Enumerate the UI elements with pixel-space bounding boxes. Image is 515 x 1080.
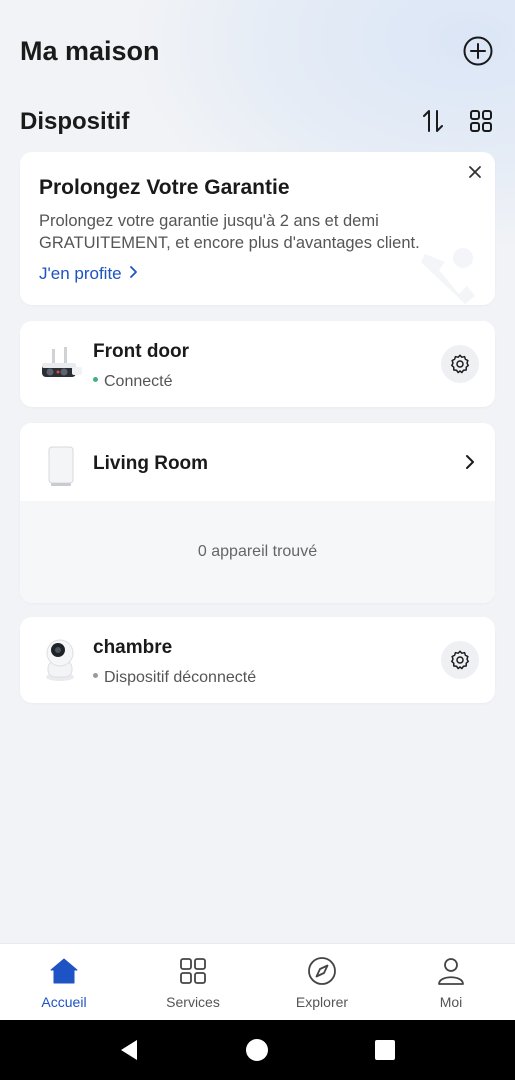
empty-room-message: 0 appareil trouvé [197, 543, 318, 560]
tab-label: Accueil [41, 994, 87, 1010]
promo-title: Prolongez Votre Garantie [39, 176, 290, 199]
apps-icon [180, 958, 206, 984]
home-circle-icon[interactable] [243, 1036, 271, 1064]
tab-label: Services [166, 994, 220, 1010]
bottom-tab-bar: Accueil Services Explorer Moi [0, 943, 515, 1021]
recents-square-icon[interactable] [371, 1036, 399, 1064]
back-triangle-icon[interactable] [115, 1036, 143, 1064]
chevron-right-icon [466, 455, 474, 469]
promo-link[interactable]: J'en profite [39, 264, 138, 284]
layout-toggle-button[interactable] [469, 108, 493, 134]
warranty-promo-card: Prolongez Votre Garantie Prolongez votre… [20, 152, 495, 305]
tab-label: Explorer [295, 994, 349, 1010]
gear-icon [451, 354, 469, 374]
compass-icon [308, 957, 336, 985]
gear-icon [451, 650, 469, 670]
device-status-text: Connecté [104, 373, 173, 390]
device-section-header: Dispositif [20, 104, 495, 138]
promo-description: Prolongez votre garantie jusqu'à 2 ans e… [39, 212, 420, 252]
device-status-text: Dispositif déconnecté [104, 669, 257, 686]
promo-link-label: J'en profite [39, 264, 122, 283]
device-name: chambre [93, 637, 173, 658]
sort-button[interactable] [421, 108, 445, 134]
room-header[interactable]: Living Room [20, 423, 495, 501]
section-title: Dispositif [20, 108, 130, 135]
top-bar: Ma maison [20, 30, 495, 74]
device-status: Connecté [93, 373, 173, 391]
device-card-front-door[interactable]: Front door Connecté [20, 321, 495, 407]
tab-moi[interactable]: Moi [387, 944, 515, 1021]
room-name: Living Room [93, 453, 209, 474]
tab-explorer[interactable]: Explorer [258, 944, 386, 1021]
room-device-list: 0 appareil trouvé [20, 501, 495, 603]
promo-close-button[interactable] [467, 164, 483, 180]
room-card-living-room: Living Room 0 appareil trouvé [20, 423, 495, 603]
device-status: Dispositif déconnecté [93, 669, 256, 687]
close-icon [469, 166, 481, 178]
tab-services[interactable]: Services [129, 944, 257, 1021]
outdoor-camera-icon [42, 347, 82, 377]
status-dot-online [93, 377, 98, 383]
device-card-chambre[interactable]: chambre Dispositif déconnecté [20, 617, 495, 703]
user-icon [438, 958, 464, 985]
add-circle-icon [463, 36, 493, 66]
status-dot-offline [93, 673, 98, 679]
hub-station-icon [48, 446, 74, 486]
add-device-button[interactable] [463, 36, 493, 66]
device-name: Front door [93, 341, 190, 362]
tab-label: Moi [439, 994, 463, 1010]
device-settings-button[interactable] [441, 345, 479, 383]
chevron-right-icon [130, 266, 138, 278]
system-navigation-bar [0, 1020, 515, 1080]
pan-tilt-camera-icon [46, 639, 74, 681]
device-settings-button[interactable] [441, 641, 479, 679]
tab-accueil[interactable]: Accueil [0, 944, 128, 1021]
sort-icon [423, 110, 443, 132]
grid-view-icon [470, 110, 492, 132]
home-icon [50, 958, 78, 984]
page-title: Ma maison [20, 36, 160, 66]
